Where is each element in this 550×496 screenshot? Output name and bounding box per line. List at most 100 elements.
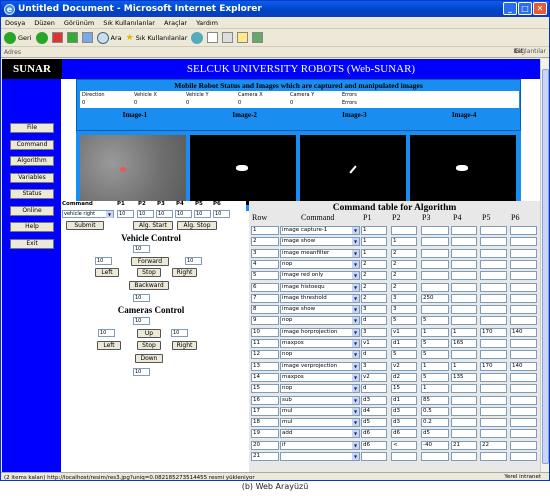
- command-select-input[interactable]: if ▼: [280, 440, 360, 450]
- param-p2-input[interactable]: 1: [391, 237, 417, 247]
- param-p2-input[interactable]: d6: [391, 429, 417, 439]
- param-p3-input[interactable]: 5: [421, 339, 449, 348]
- param-p5-input[interactable]: 170: [480, 327, 507, 337]
- param-p5-input[interactable]: [480, 418, 507, 428]
- param-p5-input[interactable]: [480, 293, 507, 303]
- row-number[interactable]: 6: [251, 282, 279, 292]
- param-p1-input[interactable]: d: [361, 384, 387, 394]
- param-p3-input[interactable]: [421, 271, 449, 281]
- command-select-input[interactable]: maxpos ▼: [280, 372, 360, 382]
- alg-start-button[interactable]: Alg. Start: [133, 221, 173, 230]
- refresh-icon[interactable]: [66, 32, 78, 43]
- param-p3-input[interactable]: 10: [156, 210, 173, 218]
- nav-variables-button[interactable]: Variables: [10, 173, 54, 183]
- param-p1-input[interactable]: v1: [361, 339, 387, 348]
- param-p1-input[interactable]: 2: [361, 271, 387, 281]
- param-p3-input[interactable]: [421, 259, 449, 269]
- param-p6-input[interactable]: [510, 452, 537, 461]
- param-p1-input[interactable]: d6: [361, 440, 387, 450]
- param-p4-input[interactable]: 21: [451, 440, 477, 450]
- param-p5-input[interactable]: [480, 339, 507, 348]
- param-p1-input[interactable]: 10: [117, 210, 134, 218]
- param-p5-input[interactable]: 170: [480, 361, 507, 371]
- param-p6-input[interactable]: [510, 305, 537, 315]
- vehicle-top-input[interactable]: 10: [133, 245, 150, 253]
- param-p4-input[interactable]: [451, 316, 477, 326]
- camera-down-button[interactable]: Down: [135, 354, 163, 363]
- vehicle-right-button[interactable]: Right: [172, 268, 197, 277]
- param-p4-input[interactable]: [451, 226, 477, 235]
- param-p6-input[interactable]: [510, 384, 537, 394]
- param-p2-input[interactable]: d1: [391, 395, 417, 405]
- param-p4-input[interactable]: [451, 350, 477, 360]
- param-p5-input[interactable]: [480, 305, 507, 315]
- param-p5-input[interactable]: [480, 406, 507, 416]
- param-p4-input[interactable]: 1: [451, 327, 477, 337]
- param-p1-input[interactable]: d3: [361, 395, 387, 405]
- param-p3-input[interactable]: 1: [421, 327, 449, 337]
- param-p1-input[interactable]: 1: [361, 226, 387, 235]
- param-p6-input[interactable]: 10: [213, 210, 230, 218]
- param-p2-input[interactable]: 2: [391, 248, 417, 258]
- row-number[interactable]: 9: [251, 316, 279, 326]
- param-p2-input[interactable]: d3: [391, 418, 417, 428]
- param-p4-input[interactable]: 1: [451, 361, 477, 371]
- param-p6-input[interactable]: [510, 316, 537, 326]
- command-select-input[interactable]: image show ▼: [280, 305, 360, 315]
- param-p2-input[interactable]: 5: [391, 350, 417, 360]
- camera-right-input[interactable]: 10: [171, 329, 188, 337]
- search-button[interactable]: Ara: [96, 31, 122, 44]
- nav-online-button[interactable]: Online: [10, 206, 54, 216]
- param-p3-input[interactable]: [421, 226, 449, 235]
- param-p2-input[interactable]: d3: [391, 406, 417, 416]
- param-p6-input[interactable]: [510, 237, 537, 247]
- param-p4-input[interactable]: [451, 384, 477, 394]
- row-number[interactable]: 5: [251, 271, 279, 281]
- param-p1-input[interactable]: d4: [361, 406, 387, 416]
- param-p3-input[interactable]: [421, 282, 449, 292]
- param-p2-input[interactable]: 5: [391, 316, 417, 326]
- param-p2-input[interactable]: v2: [391, 361, 417, 371]
- param-p5-input[interactable]: [480, 226, 507, 235]
- param-p3-input[interactable]: 5: [421, 372, 449, 382]
- param-p4-input[interactable]: 10: [175, 210, 192, 218]
- command-select-input[interactable]: nop ▼: [280, 259, 360, 269]
- param-p1-input[interactable]: 1: [361, 248, 387, 258]
- param-p4-input[interactable]: [451, 293, 477, 303]
- param-p6-input[interactable]: [510, 429, 537, 439]
- param-p1-input[interactable]: d: [361, 350, 387, 360]
- param-p5-input[interactable]: [480, 384, 507, 394]
- row-number[interactable]: 21: [251, 452, 279, 461]
- row-number[interactable]: 1: [251, 226, 279, 235]
- row-number[interactable]: 3: [251, 248, 279, 258]
- param-p3-input[interactable]: [421, 248, 449, 258]
- nav-command-button[interactable]: Command: [10, 140, 54, 150]
- submit-button[interactable]: Submit: [66, 221, 104, 230]
- param-p2-input[interactable]: d1: [391, 339, 417, 348]
- command-select-input[interactable]: image histoequ ▼: [280, 282, 360, 292]
- param-p5-input[interactable]: [480, 237, 507, 247]
- command-select-input[interactable]: ▼: [280, 452, 360, 461]
- param-p5-input[interactable]: [480, 395, 507, 405]
- print-icon[interactable]: [222, 32, 234, 43]
- param-p4-input[interactable]: [451, 271, 477, 281]
- param-p5-input[interactable]: [480, 259, 507, 269]
- vehicle-left-input[interactable]: 10: [95, 257, 112, 265]
- forward-button[interactable]: Forward: [131, 257, 169, 266]
- param-p1-input[interactable]: 2: [361, 282, 387, 292]
- param-p3-input[interactable]: [421, 452, 449, 461]
- command-select-input[interactable]: nop ▼: [280, 384, 360, 394]
- nav-help-button[interactable]: Help: [10, 222, 54, 232]
- param-p6-input[interactable]: 140: [510, 361, 537, 371]
- param-p2-input[interactable]: 2: [391, 271, 417, 281]
- param-p4-input[interactable]: [451, 305, 477, 315]
- favorites-button[interactable]: ★ Sık Kullanılanlar: [126, 33, 188, 43]
- camera-left-button[interactable]: Left: [97, 341, 121, 350]
- param-p6-input[interactable]: [510, 372, 537, 382]
- param-p2-input[interactable]: [391, 452, 417, 461]
- param-p2-input[interactable]: 2: [391, 259, 417, 269]
- command-select-input[interactable]: mul ▼: [280, 418, 360, 428]
- param-p3-input[interactable]: 1: [421, 384, 449, 394]
- vehicle-left-button[interactable]: Left: [95, 268, 119, 277]
- vehicle-bottom-input[interactable]: 10: [133, 294, 150, 302]
